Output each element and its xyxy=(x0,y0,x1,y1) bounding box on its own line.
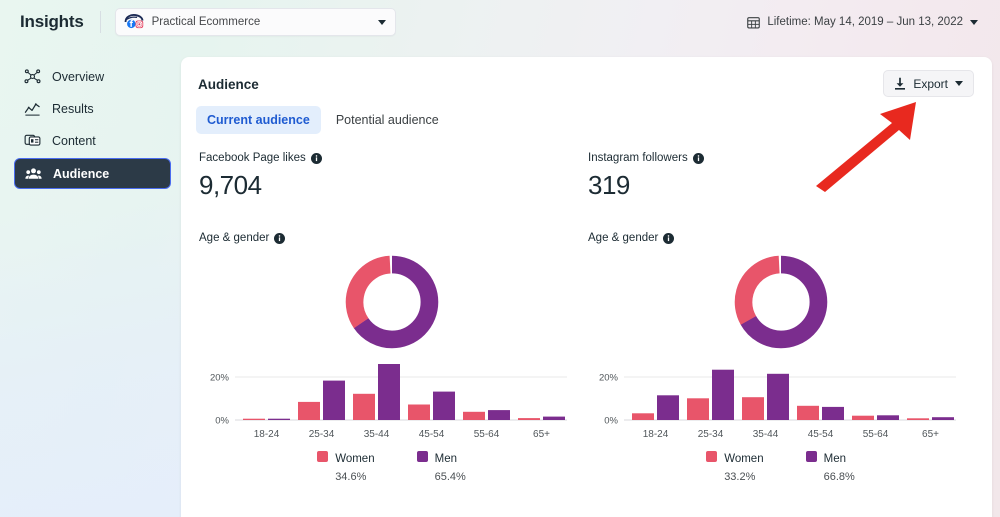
calendar-icon xyxy=(747,16,761,29)
tab-potential-audience[interactable]: Potential audience xyxy=(325,106,450,134)
legend-item-women: Women 34.6% xyxy=(317,449,375,485)
instagram-followers-value: 319 xyxy=(588,170,630,200)
legend-percent: 33.2% xyxy=(724,471,756,483)
chevron-down-icon[interactable] xyxy=(970,19,978,25)
svg-text:45-54: 45-54 xyxy=(808,429,834,440)
info-icon[interactable] xyxy=(663,232,675,244)
export-button-label: Export xyxy=(913,76,948,91)
info-icon[interactable] xyxy=(274,232,286,244)
svg-text:20%: 20% xyxy=(599,373,619,384)
tab-current-audience[interactable]: Current audience xyxy=(196,106,321,134)
info-icon[interactable] xyxy=(310,152,322,164)
instagram-column: Instagram followers 319 Age & gender 20%… xyxy=(584,152,973,485)
legend-item-women: Women 33.2% xyxy=(706,449,764,485)
svg-text:65+: 65+ xyxy=(922,429,939,440)
sidebar-item-label: Results xyxy=(52,101,94,116)
sidebar-item-label: Audience xyxy=(53,166,110,181)
svg-text:45-54: 45-54 xyxy=(419,429,445,440)
facebook-instagram-logo-icon xyxy=(124,13,144,31)
page-title: Audience xyxy=(198,77,259,92)
sidebar: Overview Results Content Audience xyxy=(0,44,181,517)
header-divider xyxy=(99,11,101,33)
facebook-age-gender-bar-chart: 20% 0% 18-24 25-34 35-44 45-54 55-64 65+ xyxy=(199,364,584,442)
legend-label: Men xyxy=(434,453,457,465)
audience-tabs: Current audience Potential audience xyxy=(196,106,974,134)
legend-label: Women xyxy=(724,453,764,465)
metric-columns: Facebook Page likes 9,704 Age & gender 2… xyxy=(195,152,974,485)
date-range-label: Lifetime: May 14, 2019 – Jun 13, 2022 xyxy=(767,16,963,28)
legend-item-men: Men 66.8% xyxy=(805,449,855,485)
women-color-swatch xyxy=(317,451,329,462)
svg-text:18-24: 18-24 xyxy=(643,429,669,440)
account-selector[interactable]: Practical Ecommerce xyxy=(114,8,396,36)
content-cards-icon xyxy=(24,132,41,149)
audience-card: Audience Export Current audience Potenti… xyxy=(181,57,992,517)
sidebar-item-content[interactable]: Content xyxy=(14,126,171,155)
instagram-gender-donut-chart xyxy=(588,250,973,354)
svg-text:35-44: 35-44 xyxy=(753,429,779,440)
sidebar-item-overview[interactable]: Overview xyxy=(14,62,171,91)
svg-text:35-44: 35-44 xyxy=(364,429,390,440)
instagram-legend: Women 33.2% Men 66.8% xyxy=(588,449,973,485)
legend-percent: 66.8% xyxy=(823,471,855,483)
instagram-followers-label: Instagram followers xyxy=(588,152,973,164)
svg-text:18-24: 18-24 xyxy=(254,429,280,440)
facebook-column: Facebook Page likes 9,704 Age & gender 2… xyxy=(195,152,584,485)
account-name: Practical Ecommerce xyxy=(151,16,261,28)
audience-people-icon xyxy=(25,165,42,182)
legend-label: Men xyxy=(823,453,846,465)
svg-text:20%: 20% xyxy=(210,373,230,384)
facebook-page-likes-label: Facebook Page likes xyxy=(199,152,584,164)
legend-item-men: Men 65.4% xyxy=(416,449,466,485)
legend-label: Women xyxy=(335,453,375,465)
women-color-swatch xyxy=(706,451,718,462)
facebook-legend: Women 34.6% Men 65.4% xyxy=(199,449,584,485)
facebook-page-likes-value: 9,704 xyxy=(199,170,262,200)
top-bar: Insights Practical Ecommerce Lifetime: M… xyxy=(0,0,1000,44)
svg-text:0%: 0% xyxy=(215,416,229,427)
sidebar-item-audience[interactable]: Audience xyxy=(14,158,171,189)
sidebar-item-label: Content xyxy=(52,133,96,148)
app-title: Insights xyxy=(20,12,84,31)
men-color-swatch xyxy=(805,451,817,462)
export-button[interactable]: Export xyxy=(883,70,974,97)
facebook-age-gender-label: Age & gender xyxy=(199,232,584,244)
legend-percent: 65.4% xyxy=(434,471,466,483)
svg-text:25-34: 25-34 xyxy=(309,429,335,440)
date-range-selector[interactable]: Lifetime: May 14, 2019 – Jun 13, 2022 xyxy=(747,16,984,29)
chevron-down-icon[interactable] xyxy=(377,19,386,25)
svg-text:25-34: 25-34 xyxy=(698,429,724,440)
svg-text:55-64: 55-64 xyxy=(863,429,889,440)
instagram-age-gender-label: Age & gender xyxy=(588,232,973,244)
svg-text:0%: 0% xyxy=(604,416,618,427)
svg-text:65+: 65+ xyxy=(533,429,550,440)
svg-text:55-64: 55-64 xyxy=(474,429,500,440)
info-icon[interactable] xyxy=(692,152,704,164)
sidebar-item-label: Overview xyxy=(52,69,105,84)
sidebar-item-results[interactable]: Results xyxy=(14,94,171,123)
overview-network-icon xyxy=(24,68,41,85)
men-color-swatch xyxy=(416,451,428,462)
download-icon xyxy=(894,77,906,90)
instagram-age-gender-bar-chart: 20% 0% 18-24 25-34 35-44 45-54 55-64 65+ xyxy=(588,364,973,442)
legend-percent: 34.6% xyxy=(335,471,367,483)
chevron-down-icon[interactable] xyxy=(955,81,963,86)
results-linechart-icon xyxy=(24,100,41,117)
facebook-gender-donut-chart xyxy=(199,250,584,354)
